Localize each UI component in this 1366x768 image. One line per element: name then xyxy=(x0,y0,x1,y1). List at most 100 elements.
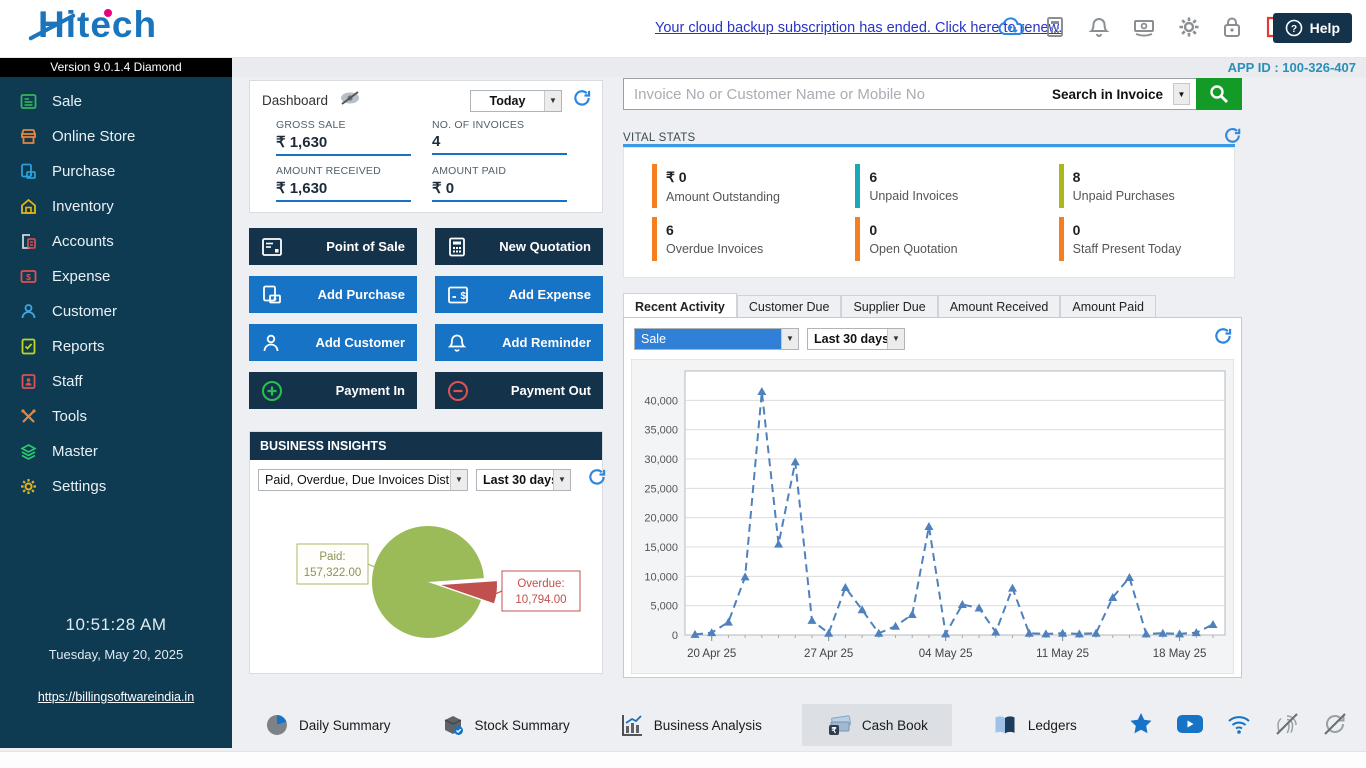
insights-refresh-icon[interactable] xyxy=(587,467,607,492)
tools-icon xyxy=(20,408,37,425)
pie-label-overdue: Overdue: xyxy=(517,578,564,590)
purchase-icon xyxy=(20,163,37,180)
sync-disabled-icon[interactable] xyxy=(1322,711,1348,737)
add-expense-button[interactable]: $ Add Expense xyxy=(435,276,603,313)
recent-activity-panel: Sale ▼ Last 30 days ▼ 05,00010,00015,000… xyxy=(623,317,1242,678)
sidebar-item-label: Tools xyxy=(52,408,87,425)
business-analysis-button[interactable]: Business Analysis xyxy=(610,704,772,746)
payment-in-button[interactable]: Payment In xyxy=(249,372,417,409)
cash-icon[interactable] xyxy=(1132,16,1156,43)
sidebar-item-label: Online Store xyxy=(52,128,135,145)
activity-type-select[interactable]: Sale ▼ xyxy=(634,328,799,350)
button-label: Add Purchase xyxy=(318,287,405,302)
daily-summary-button[interactable]: Daily Summary xyxy=(255,704,401,746)
settings-gear-icon xyxy=(20,478,37,495)
vital-overdue-invoices: 6Overdue Invoices xyxy=(624,213,827,266)
sidebar-item-customer[interactable]: Customer xyxy=(0,294,232,329)
svg-text:10,000: 10,000 xyxy=(644,571,678,583)
invoice-search-bar: Search in Invoice ▼ xyxy=(623,78,1242,110)
stock-box-icon xyxy=(441,713,465,737)
search-scope-select[interactable]: Search in Invoice ▼ xyxy=(1052,83,1196,105)
pie-value-paid: 157,322.00 xyxy=(304,567,362,579)
svg-text:$: $ xyxy=(26,272,31,282)
expense-icon: $ xyxy=(20,268,37,285)
customer-icon xyxy=(20,303,37,320)
ledger-book-icon xyxy=(992,714,1018,736)
search-input[interactable] xyxy=(624,86,1052,103)
gear-icon[interactable] xyxy=(1178,16,1200,43)
stat-value: ₹ 0 xyxy=(432,177,567,202)
add-customer-button[interactable]: Add Customer xyxy=(249,324,417,361)
person-icon xyxy=(261,333,281,353)
website-link[interactable]: https://billingsoftwareindia.in xyxy=(38,690,194,704)
button-label: Payment In xyxy=(336,383,405,398)
activity-period-value: Last 30 days xyxy=(808,329,887,349)
pie-label-paid: Paid: xyxy=(319,551,345,563)
svg-text:04 May 25: 04 May 25 xyxy=(919,648,973,660)
insights-period-select[interactable]: Last 30 days ▼ xyxy=(476,469,571,491)
cloud-sync-icon[interactable] xyxy=(997,16,1027,45)
sidebar-clock: 10:51:28 AM Tuesday, May 20, 2025 https:… xyxy=(0,615,232,706)
button-label: Add Customer xyxy=(315,335,405,350)
search-button[interactable] xyxy=(1196,78,1242,110)
dashboard-refresh-icon[interactable] xyxy=(572,88,592,113)
add-reminder-button[interactable]: Add Reminder xyxy=(435,324,603,361)
stat-value: ₹ 1,630 xyxy=(276,131,411,156)
tab-recent-activity[interactable]: Recent Activity xyxy=(623,293,737,318)
wifi-icon[interactable] xyxy=(1226,713,1252,735)
stock-summary-button[interactable]: Stock Summary xyxy=(431,704,580,746)
sidebar-item-expense[interactable]: $ Expense xyxy=(0,259,232,294)
sidebar-item-tools[interactable]: Tools xyxy=(0,399,232,434)
point-of-sale-button[interactable]: Point of Sale xyxy=(249,228,417,265)
version-bar: Version 9.0.1.4 Diamond xyxy=(0,58,232,77)
business-insights-panel: BUSINESS INSIGHTS Paid, Overdue, Due Inv… xyxy=(249,431,603,674)
sidebar-item-purchase[interactable]: Purchase xyxy=(0,154,232,189)
sidebar-item-accounts[interactable]: Accounts xyxy=(0,224,232,259)
payment-out-button[interactable]: Payment Out xyxy=(435,372,603,409)
activity-period-select[interactable]: Last 30 days ▼ xyxy=(807,328,905,350)
youtube-icon[interactable] xyxy=(1176,713,1204,735)
add-purchase-button[interactable]: Add Purchase xyxy=(249,276,417,313)
svg-text:35,000: 35,000 xyxy=(644,425,678,437)
notifications-bell-icon[interactable] xyxy=(1088,16,1110,43)
sidebar-item-reports[interactable]: Reports xyxy=(0,329,232,364)
stat-label: Open Quotation xyxy=(869,242,957,256)
vital-stats-card: ₹ 0Amount Outstanding 6Unpaid Invoices 8… xyxy=(623,147,1235,278)
footer-item-label: Stock Summary xyxy=(475,718,570,733)
pie-slice-paid[interactable] xyxy=(372,526,484,638)
dashboard-summary-card: Dashboard Today ▼ GROSS SALE ₹ 1,630 NO.… xyxy=(249,80,603,213)
sidebar-item-label: Purchase xyxy=(52,163,115,180)
fingerprint-disabled-icon[interactable] xyxy=(1274,711,1300,737)
footer-item-label: Business Analysis xyxy=(654,718,762,733)
sidebar-item-staff[interactable]: Staff xyxy=(0,364,232,399)
sidebar-item-settings[interactable]: Settings xyxy=(0,469,232,504)
accounts-icon xyxy=(20,233,37,250)
insights-metric-select[interactable]: Paid, Overdue, Due Invoices Distribu ▼ xyxy=(258,469,468,491)
activity-refresh-icon[interactable] xyxy=(1213,326,1233,351)
help-button[interactable]: ? Help xyxy=(1273,13,1352,43)
bottom-strip xyxy=(0,751,1366,768)
eye-slash-icon[interactable] xyxy=(338,90,362,111)
clock-time: 10:51:28 AM xyxy=(0,615,232,635)
sidebar-item-sale[interactable]: Sale xyxy=(0,84,232,119)
favorite-star-icon[interactable] xyxy=(1128,711,1154,737)
stat-label: Amount Outstanding xyxy=(666,190,780,204)
quotation-icon xyxy=(447,237,467,257)
cash-book-button[interactable]: ₹ Cash Book xyxy=(802,704,952,746)
sidebar-item-master[interactable]: Master xyxy=(0,434,232,469)
app-logo: Hitech xyxy=(38,4,157,46)
svg-text:$: $ xyxy=(461,291,467,302)
footer-status-icons xyxy=(1128,711,1348,737)
stat-value: ₹ 0 xyxy=(666,169,780,186)
insights-period-value: Last 30 days xyxy=(477,470,553,490)
sidebar-item-inventory[interactable]: Inventory xyxy=(0,189,232,224)
calculator-icon[interactable] xyxy=(1044,16,1066,43)
chevron-down-icon: ▼ xyxy=(887,329,904,349)
new-quotation-button[interactable]: New Quotation xyxy=(435,228,603,265)
search-icon xyxy=(1208,83,1230,105)
business-insights-title: BUSINESS INSIGHTS xyxy=(250,432,602,460)
sidebar-item-online-store[interactable]: Online Store xyxy=(0,119,232,154)
lock-icon[interactable] xyxy=(1222,16,1242,43)
dashboard-period-select[interactable]: Today ▼ xyxy=(470,90,562,112)
ledgers-button[interactable]: Ledgers xyxy=(982,705,1087,745)
